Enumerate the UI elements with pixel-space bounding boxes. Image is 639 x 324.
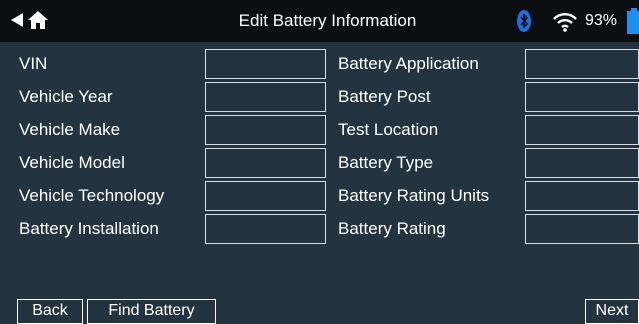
label-vehicle-year: Vehicle Year xyxy=(19,87,113,106)
vehicle-year-field[interactable] xyxy=(205,82,326,112)
label-battery-rating: Battery Rating xyxy=(338,219,446,238)
battery-rating-field[interactable] xyxy=(525,214,639,244)
vehicle-technology-field[interactable] xyxy=(205,181,326,211)
label-vehicle-model: Vehicle Model xyxy=(19,153,125,172)
wifi-icon xyxy=(553,13,577,32)
label-battery-installation: Battery Installation xyxy=(19,219,159,238)
battery-icon xyxy=(627,8,639,34)
label-battery-application: Battery Application xyxy=(338,54,479,73)
battery-installation-field[interactable] xyxy=(205,214,326,244)
battery-application-field[interactable] xyxy=(525,49,639,79)
vehicle-make-field[interactable] xyxy=(205,115,326,145)
label-vehicle-make: Vehicle Make xyxy=(19,120,121,139)
label-battery-rating-units: Battery Rating Units xyxy=(338,186,490,205)
label-battery-post: Battery Post xyxy=(338,87,431,106)
find-battery-button[interactable]: Find Battery xyxy=(87,299,216,324)
label-vehicle-technology: Vehicle Technology xyxy=(19,186,165,205)
label-battery-type: Battery Type xyxy=(338,153,434,172)
home-icon[interactable] xyxy=(27,10,49,30)
top-bar: Edit Battery Information 93% xyxy=(0,0,639,42)
battery-post-field[interactable] xyxy=(525,82,639,112)
back-arrow-icon[interactable] xyxy=(10,12,24,28)
page-title: Edit Battery Information xyxy=(238,11,417,30)
test-location-field[interactable] xyxy=(525,115,639,145)
battery-rating-units-field[interactable] xyxy=(525,181,639,211)
label-test-location: Test Location xyxy=(338,120,439,139)
vin-field[interactable] xyxy=(205,49,326,79)
battery-type-field[interactable] xyxy=(525,148,639,178)
battery-percent: 93% xyxy=(585,12,618,29)
next-button[interactable]: Next xyxy=(585,299,639,324)
bluetooth-icon xyxy=(517,10,531,32)
back-button[interactable]: Back xyxy=(17,299,83,324)
vehicle-model-field[interactable] xyxy=(205,148,326,178)
label-vin: VIN xyxy=(19,54,48,73)
